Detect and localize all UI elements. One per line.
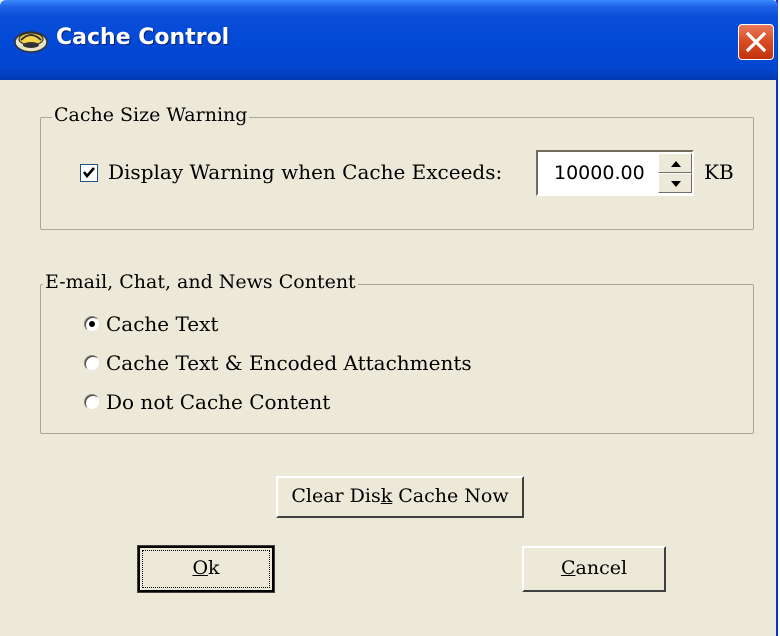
radio-do-not-cache-label[interactable]: Do not Cache Content [106,390,330,414]
clear-cache-pre: Clear Dis [291,485,381,507]
cache-size-warning-label: Cache Size Warning [52,104,250,126]
cancel-accel: C [560,557,576,579]
radio-selected-dot [89,321,95,327]
cancel-button[interactable]: Cancel [522,546,666,592]
ok-button[interactable]: Ok [137,545,275,593]
display-warning-label[interactable]: Display Warning when Cache Exceeds: [108,160,502,184]
title-bar[interactable]: Cache Control [0,0,778,80]
clear-disk-cache-button[interactable]: Clear Disk Cache Now [276,476,524,518]
radio-cache-text-attachments-label[interactable]: Cache Text & Encoded Attachments [106,351,472,375]
spin-up-button[interactable] [658,153,692,173]
spin-down-button[interactable] [658,173,692,193]
unit-label: KB [704,160,734,184]
radio-do-not-cache[interactable] [84,394,100,410]
radio-cache-text-attachments[interactable] [84,355,100,371]
focus-rect [142,550,270,588]
cancel-post: ancel [575,557,628,579]
cache-threshold-value[interactable]: 10000.00 [554,162,645,184]
arrow-down-icon [671,181,681,187]
cache-control-dialog: Cache Control Cache Size Warning Display… [0,0,778,636]
close-icon [745,31,767,53]
clear-cache-accel: k [380,485,393,507]
radio-cache-text[interactable] [84,316,100,332]
window-title: Cache Control [56,25,230,50]
close-button[interactable] [738,24,774,60]
display-warning-checkbox[interactable] [80,164,98,182]
clear-cache-post: Cache Now [392,485,509,507]
arrow-up-icon [671,161,681,167]
checkmark-icon [82,167,95,179]
cache-threshold-spinbox[interactable]: 10000.00 [536,150,694,196]
cache-app-icon [14,28,48,54]
radio-cache-text-label[interactable]: Cache Text [106,312,218,336]
content-cache-label: E-mail, Chat, and News Content [43,271,358,293]
